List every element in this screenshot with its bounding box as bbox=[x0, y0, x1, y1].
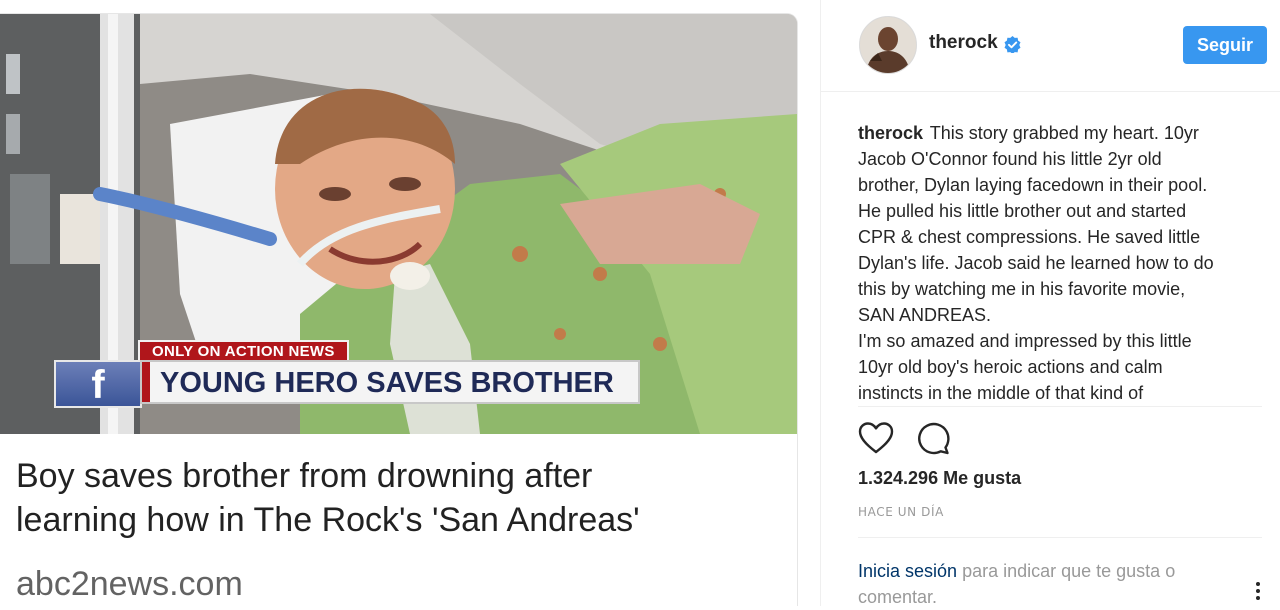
likes-count[interactable]: 1.324.296 Me gusta bbox=[858, 468, 1021, 489]
caption-line: Dylan's life. Jacob said he learned how … bbox=[858, 253, 1214, 273]
login-prompt: Inicia sesión para indicar que te gusta … bbox=[858, 558, 1218, 610]
news-story-title: Boy saves brother from drowning after le… bbox=[16, 457, 640, 539]
verified-badge-icon bbox=[1004, 36, 1021, 53]
heart-icon[interactable] bbox=[858, 421, 894, 455]
divider bbox=[858, 406, 1262, 407]
post-media[interactable]: ONLY ON ACTION NEWS f YOUNG HERO SAVES B… bbox=[0, 0, 820, 606]
post-timestamp[interactable]: HACE UN DÍA bbox=[858, 505, 944, 519]
avatar[interactable] bbox=[859, 16, 917, 74]
caption-line: brother, Dylan laying facedown in their … bbox=[858, 175, 1208, 195]
caption-line: CPR & chest compressions. He saved littl… bbox=[858, 227, 1201, 247]
divider bbox=[858, 537, 1262, 538]
caption-line: 10yr old boy's heroic actions and calm bbox=[858, 357, 1163, 377]
caption-username[interactable]: therock bbox=[858, 123, 923, 143]
caption-line: SAN ANDREAS. bbox=[858, 305, 992, 325]
caption-line: this by watching me in his favorite movi… bbox=[858, 279, 1186, 299]
more-options-icon[interactable] bbox=[1251, 580, 1265, 602]
news-link-card[interactable]: ONLY ON ACTION NEWS f YOUNG HERO SAVES B… bbox=[0, 14, 797, 606]
news-source-domain: abc2news.com bbox=[16, 565, 243, 603]
caption-line: therock This story grabbed my heart. 10y… bbox=[858, 120, 1258, 146]
hospital-photo-illustration bbox=[0, 14, 797, 434]
post-header: therock Seguir bbox=[821, 0, 1280, 92]
post-username[interactable]: therock bbox=[929, 32, 998, 54]
caption-line: Jacob O'Connor found his little 2yr old bbox=[858, 149, 1162, 169]
caption-line: instincts in the middle of that kind of bbox=[858, 383, 1144, 403]
caption-line: I'm so amazed and impressed by this litt… bbox=[858, 331, 1192, 351]
avatar-image bbox=[860, 17, 916, 73]
post-side-panel: therock Seguir therock This story grabbe… bbox=[820, 0, 1280, 607]
caption-line: He pulled his little brother out and sta… bbox=[858, 201, 1187, 221]
caption-text: This story grabbed my heart. 10yr bbox=[929, 123, 1199, 143]
post-caption: therock This story grabbed my heart. 10y… bbox=[858, 120, 1258, 406]
news-photo bbox=[0, 14, 797, 434]
follow-button[interactable]: Seguir bbox=[1183, 26, 1267, 64]
login-link[interactable]: Inicia sesión bbox=[858, 561, 957, 581]
comment-icon[interactable] bbox=[916, 421, 950, 455]
